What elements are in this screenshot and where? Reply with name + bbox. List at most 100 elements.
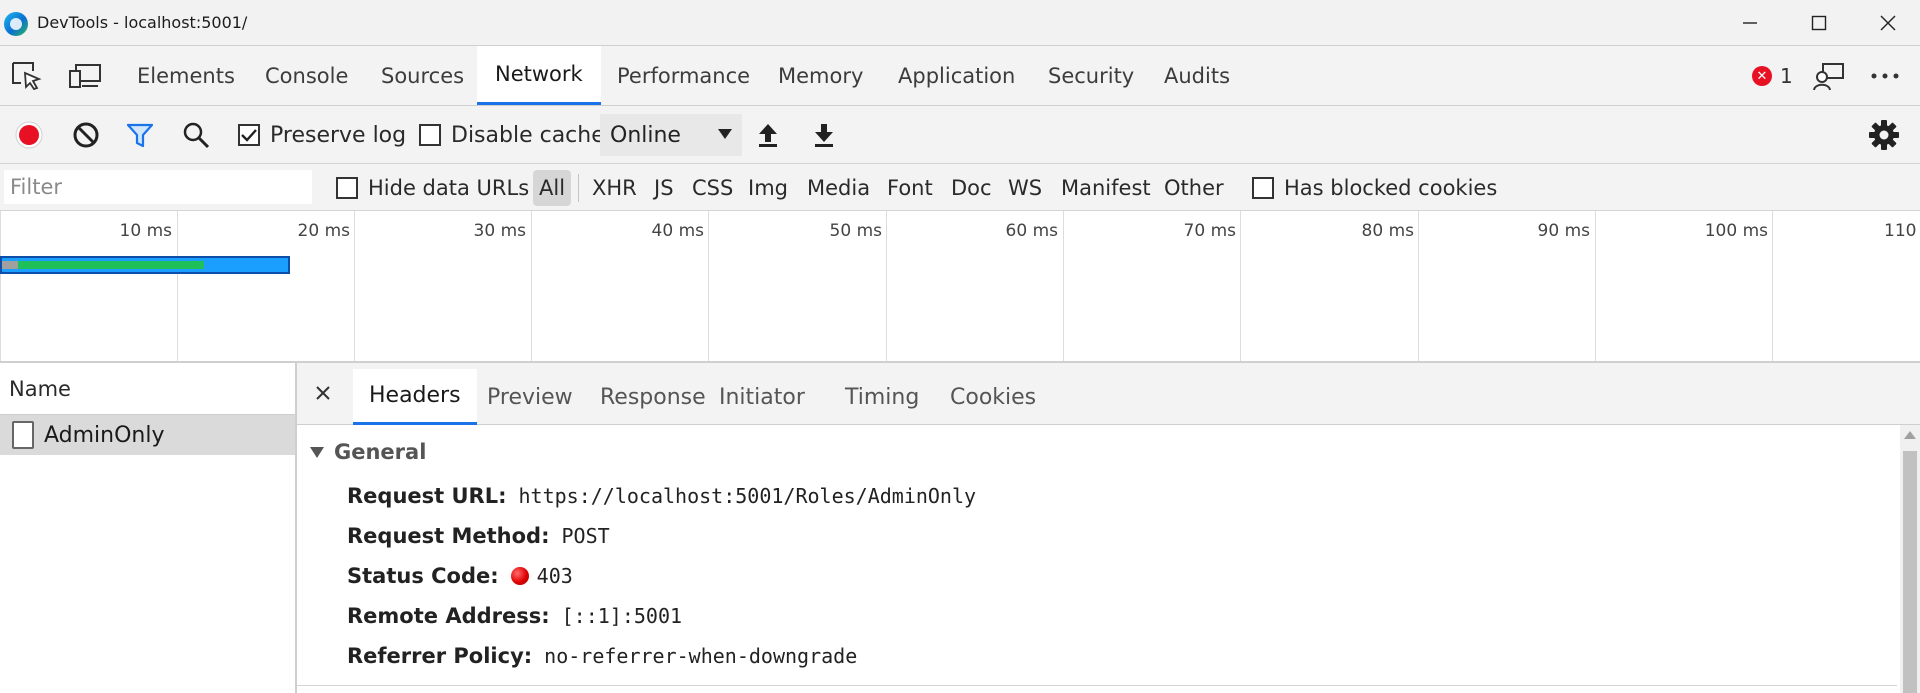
tab-timing[interactable]: Timing (829, 369, 935, 425)
checkmark-icon (241, 129, 257, 142)
close-window-button[interactable] (1853, 0, 1920, 46)
search-button[interactable] (182, 106, 210, 164)
maximize-button[interactable] (1784, 0, 1854, 46)
export-har-button[interactable] (812, 106, 836, 164)
feedback-button[interactable] (1812, 60, 1846, 92)
detail-tab-bar: Headers Preview Response Initiator Timin… (297, 363, 1920, 425)
scroll-up-arrow-icon[interactable] (1904, 431, 1916, 439)
request-method-value: POST (561, 524, 610, 548)
error-count-badge[interactable]: ✕ 1 (1752, 64, 1793, 88)
clear-button[interactable] (72, 106, 100, 164)
request-row[interactable]: AdminOnly (0, 415, 295, 455)
network-toolbar: Preserve log Disable cache Online (0, 106, 1920, 164)
has-blocked-cookies-label: Has blocked cookies (1284, 176, 1498, 200)
tab-security[interactable]: Security (1030, 46, 1152, 105)
timeline-tick-label: 10 ms (119, 221, 172, 241)
disable-cache-toggle[interactable]: Disable cache (419, 106, 605, 164)
tab-cookies[interactable]: Cookies (934, 369, 1052, 425)
has-blocked-cookies-toggle[interactable]: Has blocked cookies (1248, 170, 1501, 206)
tab-performance[interactable]: Performance (599, 46, 768, 105)
more-options-button[interactable] (1868, 60, 1902, 92)
filter-type-all[interactable]: All (533, 170, 572, 206)
inspect-cursor-icon (12, 62, 42, 91)
timing-bar-queued (2, 261, 18, 269)
request-list: Name AdminOnly (0, 363, 297, 693)
timeline-gridline (1240, 211, 1241, 361)
maximize-icon (1811, 15, 1827, 31)
filter-toggle-button[interactable] (126, 106, 154, 164)
feedback-icon (1813, 63, 1844, 91)
tab-memory[interactable]: Memory (760, 46, 881, 105)
gear-icon (1869, 120, 1899, 150)
timeline-gridline (354, 211, 355, 361)
filter-bar: Hide data URLs All XHR JS CSS Img Media … (0, 164, 1920, 211)
edge-app-icon (4, 12, 28, 36)
throttling-value: Online (610, 122, 681, 148)
minimize-button[interactable] (1715, 0, 1785, 46)
hide-data-urls-checkbox[interactable] (336, 177, 358, 199)
main-tab-bar: Elements Console Sources Network Perform… (0, 46, 1920, 106)
more-dots-icon (1871, 73, 1899, 79)
tab-sources[interactable]: Sources (363, 46, 482, 105)
tab-audits[interactable]: Audits (1146, 46, 1248, 105)
preserve-log-toggle[interactable]: Preserve log (238, 106, 406, 164)
timeline-tick-label: 20 ms (297, 221, 350, 241)
filter-type-img[interactable]: Img (744, 170, 792, 206)
filter-type-media[interactable]: Media (803, 170, 874, 206)
filter-input[interactable] (4, 170, 312, 204)
timeline-gridline (708, 211, 709, 361)
inspect-element-button[interactable] (10, 60, 44, 92)
filter-type-css[interactable]: CSS (688, 170, 737, 206)
tab-preview[interactable]: Preview (471, 369, 589, 425)
import-har-button[interactable] (756, 106, 780, 164)
timeline-gridline (177, 211, 178, 361)
filter-type-font[interactable]: Font (883, 170, 937, 206)
tab-initiator[interactable]: Initiator (703, 369, 821, 425)
referrer-policy-value: no-referrer-when-downgrade (544, 644, 858, 668)
filter-type-doc[interactable]: Doc (947, 170, 996, 206)
remote-address-label: Remote Address: (347, 604, 550, 628)
section-divider (297, 685, 1897, 686)
detail-scrollbar[interactable] (1900, 425, 1920, 693)
tab-application[interactable]: Application (880, 46, 1033, 105)
error-count: 1 (1780, 64, 1793, 88)
tab-headers[interactable]: Headers (353, 369, 477, 425)
filter-type-manifest[interactable]: Manifest (1057, 170, 1155, 206)
general-section-title: General (334, 440, 427, 464)
timeline-tick-label: 70 ms (1183, 221, 1236, 241)
throttling-select[interactable]: Online (600, 114, 742, 156)
filter-type-xhr[interactable]: XHR (588, 170, 641, 206)
expand-triangle-icon (310, 446, 324, 458)
window-title: DevTools - localhost:5001/ (37, 13, 248, 32)
request-method-row: Request Method: POST (347, 524, 610, 548)
tab-response[interactable]: Response (584, 369, 722, 425)
request-name: AdminOnly (44, 422, 165, 448)
timeline-gridline (886, 211, 887, 361)
filter-separator (578, 174, 579, 202)
has-blocked-cookies-checkbox[interactable] (1252, 177, 1274, 199)
request-url-value: https://localhost:5001/Roles/AdminOnly (518, 484, 977, 508)
tab-network[interactable]: Network (477, 46, 601, 105)
device-toolbar-button[interactable] (68, 60, 102, 92)
timeline-tick-label: 50 ms (829, 221, 882, 241)
name-column-header[interactable]: Name (0, 363, 295, 415)
status-error-icon (510, 567, 529, 585)
disable-cache-checkbox[interactable] (419, 124, 441, 146)
timeline-overview[interactable]: 10 ms 20 ms 30 ms 40 ms 50 ms 60 ms 70 m… (0, 211, 1920, 363)
disable-cache-label: Disable cache (451, 122, 605, 148)
record-icon (15, 121, 43, 149)
filter-type-ws[interactable]: WS (1004, 170, 1046, 206)
filter-type-js[interactable]: JS (650, 170, 678, 206)
tab-elements[interactable]: Elements (119, 46, 253, 105)
hide-data-urls-toggle[interactable]: Hide data URLs (332, 170, 533, 206)
close-detail-button[interactable] (311, 381, 335, 405)
network-settings-button[interactable] (1868, 106, 1900, 164)
tab-console[interactable]: Console (247, 46, 366, 105)
scrollbar-thumb[interactable] (1903, 451, 1917, 693)
record-button[interactable] (14, 106, 44, 164)
preserve-log-checkbox[interactable] (238, 124, 260, 146)
window-titlebar: DevTools - localhost:5001/ (0, 0, 1920, 46)
upload-icon (759, 124, 777, 147)
general-section-toggle[interactable]: General (310, 440, 426, 464)
filter-type-other[interactable]: Other (1160, 170, 1228, 206)
